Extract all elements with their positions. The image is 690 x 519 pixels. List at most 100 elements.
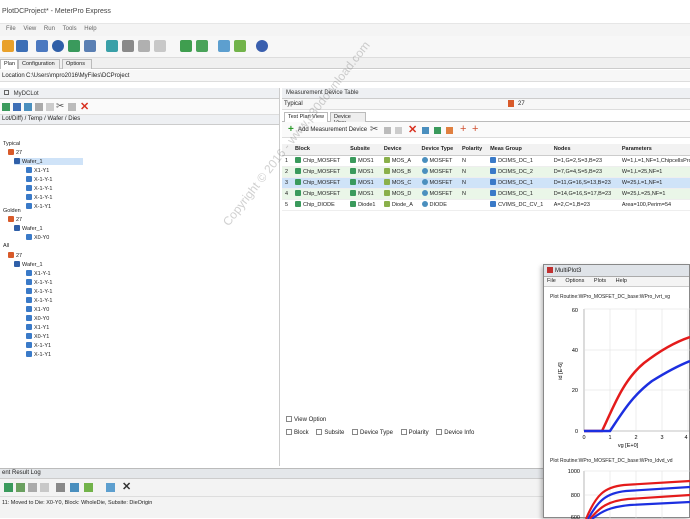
export-icon[interactable] [196, 40, 208, 52]
temp-node[interactable]: 27 [8, 216, 22, 223]
copy-icon[interactable] [384, 127, 391, 134]
location-path[interactable]: C:\Users\mpro2016\MyFiles\DCProject [26, 73, 129, 79]
add-icon[interactable] [2, 103, 10, 111]
clear-icon[interactable]: ✕ [122, 480, 131, 493]
col-device-type[interactable]: Device Type [418, 144, 459, 156]
die-node[interactable]: X1-Y1 [26, 167, 49, 174]
die-node[interactable]: X-1-Y1 [26, 351, 51, 358]
col-nodes[interactable]: Nodes [550, 144, 619, 156]
copy-icon[interactable] [35, 103, 43, 111]
stop-icon[interactable] [40, 483, 49, 492]
play-icon[interactable] [16, 483, 25, 492]
die-icon[interactable] [24, 103, 32, 111]
data-icon[interactable] [180, 40, 192, 52]
col-meas-group[interactable]: Meas Group [487, 144, 551, 156]
export-icon[interactable] [84, 483, 93, 492]
checkbox-block[interactable]: Block [286, 429, 309, 436]
pause-icon[interactable] [28, 483, 37, 492]
cut-icon[interactable]: ✂ [56, 101, 64, 112]
die-node[interactable]: X0-Y1 [26, 333, 49, 340]
die-node[interactable]: X-1-Y-1 [26, 288, 52, 295]
delete-icon[interactable]: ✕ [80, 100, 89, 113]
collapse-icon[interactable] [4, 90, 9, 95]
stop-icon[interactable] [154, 40, 166, 52]
chart-icon[interactable] [218, 40, 230, 52]
die-node[interactable]: X1-Y-1 [26, 270, 51, 277]
step-icon[interactable] [122, 40, 134, 52]
col-subsite[interactable]: Subsite [347, 144, 381, 156]
die-node[interactable]: X-1-Y-1 [26, 297, 52, 304]
paste-icon[interactable] [46, 103, 54, 111]
checkbox[interactable] [286, 416, 292, 422]
die-node[interactable]: X1-Y1 [26, 324, 49, 331]
run-icon[interactable] [106, 40, 118, 52]
temp-node[interactable]: 27 [8, 149, 22, 156]
import-icon[interactable] [422, 127, 429, 134]
wafer-node[interactable]: Wafer_1 [14, 225, 43, 232]
die-node[interactable]: X-1-Y1 [26, 342, 51, 349]
help-icon[interactable] [256, 40, 268, 52]
checkbox-subsite[interactable]: Subsite [316, 429, 344, 436]
plot-menu-file[interactable]: File [547, 278, 556, 284]
table-row[interactable]: 4 Chip_MOSFET MOS1 MOS_D MOSFET N DCIMS_… [282, 188, 690, 200]
group-typical[interactable]: Typical [3, 141, 20, 147]
tab-options[interactable]: Options [62, 59, 92, 69]
new-project-icon[interactable] [2, 40, 14, 52]
die-node[interactable]: X-1-Y-1 [26, 279, 52, 286]
delete-icon[interactable]: ✕ [408, 123, 417, 136]
col-parameters[interactable]: Parameters [618, 144, 690, 156]
report-icon[interactable] [234, 40, 246, 52]
cut-icon[interactable]: ✂ [370, 124, 378, 135]
plot-menu-help[interactable]: Help [616, 278, 627, 284]
save-icon[interactable] [16, 40, 28, 52]
wafer-icon[interactable] [13, 103, 21, 111]
expand-icon[interactable]: + [460, 123, 466, 135]
settings-icon[interactable] [56, 483, 65, 492]
die-node[interactable]: X1-Y0 [26, 306, 49, 313]
log-icon[interactable] [70, 483, 79, 492]
tab-configuration[interactable]: Configuration [18, 59, 60, 69]
clipboard-icon[interactable] [68, 103, 76, 111]
chart-icon[interactable] [106, 483, 115, 492]
die-node[interactable]: X-1-Y-1 [26, 176, 52, 183]
filter-value[interactable]: Typical [284, 101, 303, 107]
run-icon[interactable] [4, 483, 13, 492]
paste-icon[interactable] [395, 127, 402, 134]
col-device[interactable]: Device [380, 144, 419, 156]
group-all[interactable]: All [3, 243, 9, 249]
tab-plan[interactable]: Plan [0, 59, 18, 69]
menu-run[interactable]: Run [44, 26, 55, 32]
die-node[interactable]: X0-Y0 [26, 234, 49, 241]
menu-view[interactable]: View [23, 26, 36, 32]
table-row[interactable]: 1 Chip_MOSFET MOS1 MOS_A MOSFET N DCIMS_… [282, 155, 690, 167]
temp-node[interactable]: 27 [8, 252, 22, 259]
measure-icon[interactable] [68, 40, 80, 52]
instrument-icon[interactable] [84, 40, 96, 52]
table-row[interactable]: 3 Chip_MOSFET MOS1 MOS_C MOSFET N DCIMS_… [282, 177, 690, 189]
die-node[interactable]: X-1-Y-1 [26, 185, 52, 192]
table-row[interactable]: 5 Chip_DIODE Diode1 Diode_A DIODE CVIMS_… [282, 199, 690, 211]
die-node[interactable]: X-1-Y1 [26, 203, 51, 210]
menu-tools[interactable]: Tools [63, 26, 77, 32]
checkbox-device-info[interactable]: Device Info [436, 429, 474, 436]
group-golden[interactable]: Golden [3, 208, 21, 214]
pause-icon[interactable] [138, 40, 150, 52]
plot-menu-options[interactable]: Options [565, 278, 584, 284]
wafer-node[interactable]: Wafer_1 [14, 158, 83, 165]
sort-icon[interactable] [446, 127, 453, 134]
collapse-all-icon[interactable]: + [472, 123, 478, 135]
col-polarity[interactable]: Polarity [458, 144, 488, 156]
plot-menu-plots[interactable]: Plots [594, 278, 606, 284]
menu-help[interactable]: Help [84, 26, 96, 32]
die-node[interactable]: X0-Y0 [26, 315, 49, 322]
checkbox-device-type[interactable]: Device Type [352, 429, 393, 436]
monitor-icon[interactable] [36, 40, 48, 52]
table-row[interactable]: 2 Chip_MOSFET MOS1 MOS_B MOSFET N DCIMS_… [282, 166, 690, 178]
die-node[interactable]: X-1-Y-1 [26, 194, 52, 201]
globe-icon[interactable] [52, 40, 64, 52]
view-option-toggle[interactable]: View Option [286, 416, 326, 423]
col-block[interactable]: Block [292, 144, 348, 156]
filter-icon[interactable] [434, 127, 441, 134]
wafer-node[interactable]: Wafer_1 [14, 261, 43, 268]
menu-file[interactable]: File [6, 26, 16, 32]
